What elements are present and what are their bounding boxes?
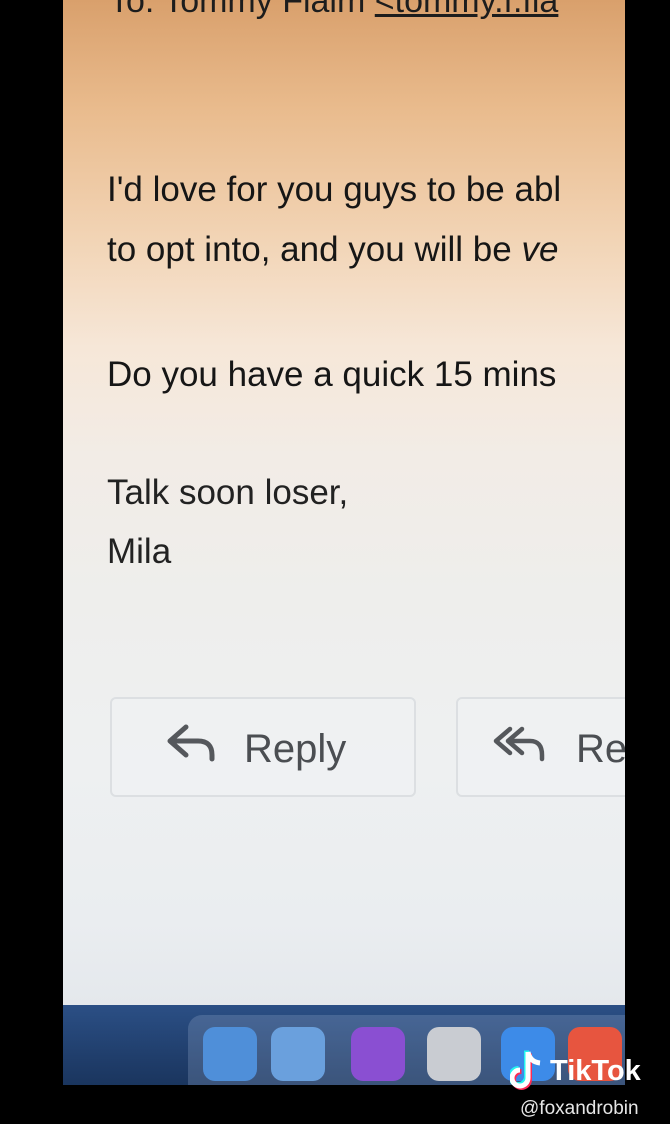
reply-all-button[interactable]: Re — [456, 697, 625, 797]
body-line-2-text: to opt into, and you will be — [107, 230, 522, 269]
tiktok-note-icon — [510, 1050, 541, 1090]
siri-icon[interactable] — [351, 1027, 405, 1081]
signoff-line: Talk soon loser, — [107, 473, 349, 512]
mail-icon[interactable] — [271, 1027, 325, 1081]
recipient-line: To: Tommy Flaim <tommy.f.fla — [109, 0, 558, 21]
reply-all-arrow-icon — [493, 726, 545, 762]
email-screen: To: Tommy Flaim <tommy.f.fla I'd love fo… — [63, 0, 625, 1085]
reply-label: Reply — [244, 727, 347, 771]
video-frame: To: Tommy Flaim <tommy.f.fla I'd love fo… — [0, 0, 670, 1124]
signature-line: Mila — [107, 532, 172, 571]
reply-all-label: Re — [576, 727, 625, 771]
to-label: To: — [109, 0, 155, 20]
recipient-name: Tommy Flaim — [163, 0, 366, 20]
launchpad-icon[interactable] — [427, 1027, 481, 1081]
finder-icon[interactable] — [203, 1027, 257, 1081]
reply-button[interactable]: Reply — [110, 697, 416, 797]
tiktok-brand: TikTok — [550, 1055, 641, 1087]
tiktok-watermark: TikTok — [510, 1050, 670, 1094]
body-line-2: to opt into, and you will be ve — [107, 230, 558, 270]
recipient-address[interactable]: <tommy.f.fla — [375, 0, 559, 20]
body-line-1: I'd love for you guys to be abl — [107, 170, 562, 209]
body-line-2-italic: ve — [521, 230, 559, 269]
body-line-3: Do you have a quick 15 mins — [107, 355, 557, 394]
creator-handle: @foxandrobin — [520, 1098, 639, 1119]
reply-arrow-icon — [167, 724, 215, 762]
